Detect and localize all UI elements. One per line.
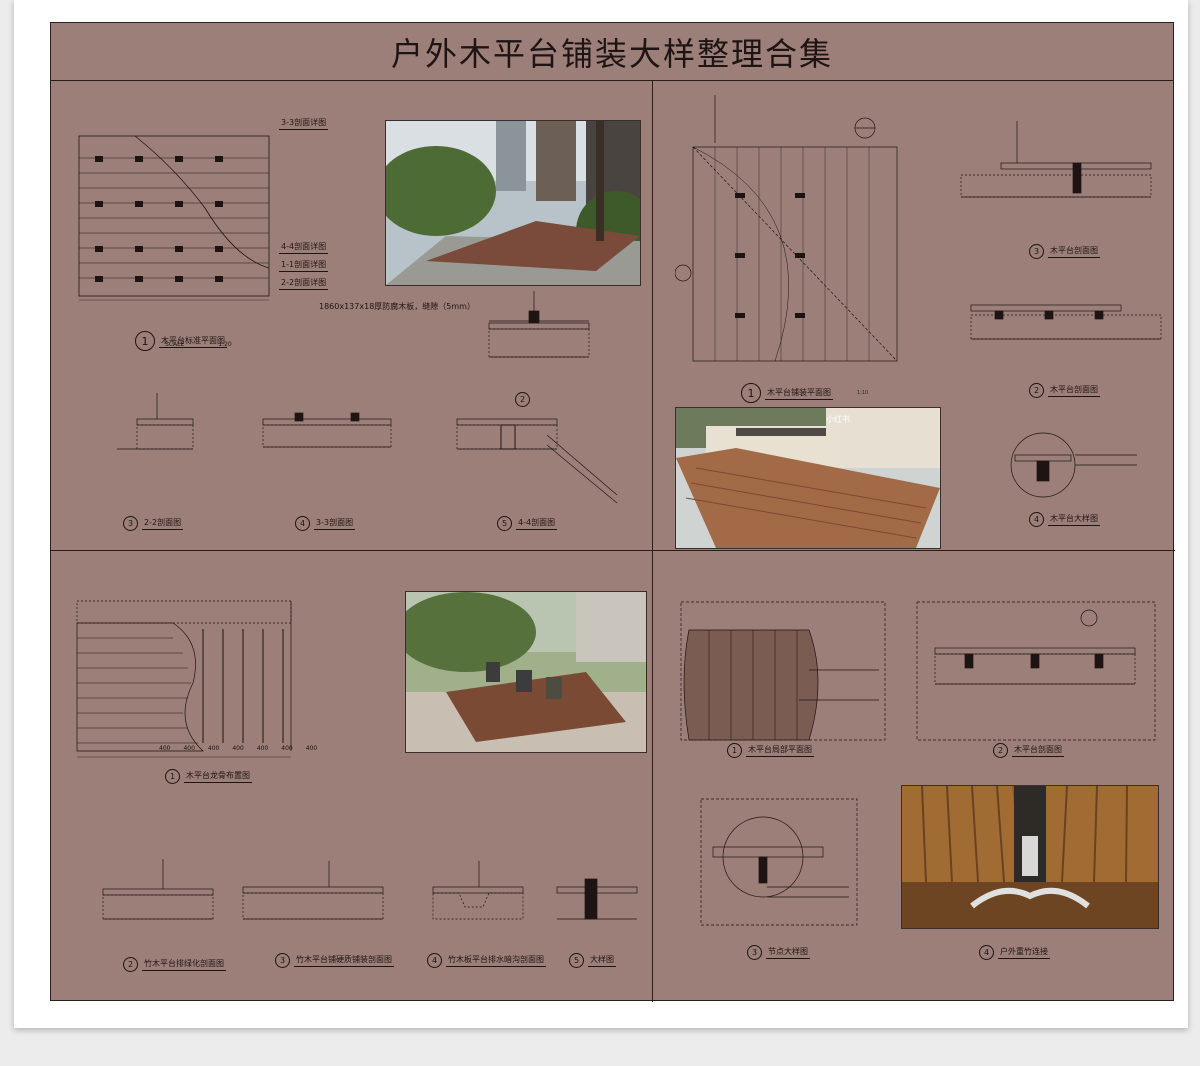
section-drawing-tr-2 xyxy=(965,295,1165,377)
section-drawing-2-2 xyxy=(97,393,201,503)
page-title: 户外木平台铺装大样整理合集 xyxy=(390,34,833,73)
title-bar: 户外木平台铺装大样整理合集 xyxy=(51,23,1173,81)
section-label-tr-4: 4 木平台大样图 xyxy=(1029,512,1100,527)
paving-plan-drawing xyxy=(675,93,905,373)
section-drawing-3-3 xyxy=(255,405,399,505)
note-board-dims: 1860x137x18厚防腐木板，缝隙（5mm） xyxy=(319,302,475,311)
section-drawing-bl-4 xyxy=(419,861,529,941)
section-label-2-2: 3 2-2剖面图 xyxy=(123,516,184,531)
detail-drawing-2 xyxy=(459,291,599,391)
plan-scale-1: SCALE 1:20 xyxy=(165,341,232,348)
panel-divider-vertical xyxy=(652,80,653,1002)
dim-row: 400 400 400 400 400 400 400 xyxy=(159,745,318,752)
callout-4-4: 4-4剖面详图 xyxy=(279,241,329,254)
node-detail-drawing xyxy=(699,797,859,927)
bamboo-connection-photo xyxy=(901,785,1159,929)
detail-drawing-tr-4 xyxy=(991,425,1141,505)
joist-layout-drawing xyxy=(73,583,323,763)
callout-1-1: 1-1剖面详图 xyxy=(279,259,329,272)
callout-3-3: 3-3剖面详图 xyxy=(279,117,329,130)
section-label-4-4: 5 4-4剖面图 xyxy=(497,516,558,531)
section-label-tr-3: 3 木平台剖面图 xyxy=(1029,244,1100,259)
section-label-br-2: 2 木平台剖面图 xyxy=(993,743,1064,758)
section-drawing-bl-3 xyxy=(239,861,387,941)
section-drawing-bl-5 xyxy=(551,873,641,943)
section-drawing-bl-2 xyxy=(83,859,225,939)
section-label-bl-4: 4 竹木板平台排水暗沟剖面图 xyxy=(427,953,546,968)
plan-label-bl-1: 1 木平台龙骨布置图 xyxy=(165,769,252,784)
plan-label-tr-1: 1 木平台铺装平面图 1:10 xyxy=(741,383,868,403)
section-label-br-3: 3 节点大样图 xyxy=(747,945,810,960)
section-label-br-1: 1 木平台局部平面图 xyxy=(727,743,814,758)
panel-divider-right xyxy=(653,550,1175,551)
deck-plan-drawing xyxy=(75,128,275,303)
section-label-br-4: 4 户外重竹连接 xyxy=(979,945,1050,960)
section-drawing-tr-3 xyxy=(957,121,1171,253)
photo-tag: 小红书 xyxy=(826,415,850,424)
section-label-bl-3: 3 竹木平台铺硬质铺装剖面图 xyxy=(275,953,394,968)
deck-photo-3 xyxy=(405,591,647,753)
section-drawing-br-2 xyxy=(915,600,1157,742)
section-label-bl-2: 2 竹木平台排绿化剖面图 xyxy=(123,957,226,972)
page-sheet: 户外木平台铺装大样整理合集 3-3剖面详图 4-4剖面详图 1-1剖面详图 2-… xyxy=(14,0,1188,1028)
callout-2-2: 2-2剖面详图 xyxy=(279,277,329,290)
drawing-board: 户外木平台铺装大样整理合集 3-3剖面详图 4-4剖面详图 1-1剖面详图 2-… xyxy=(50,22,1175,1002)
panel-divider-left xyxy=(51,550,652,551)
section-drawing-4-4 xyxy=(427,405,627,505)
section-label-tr-2: 2 木平台剖面图 xyxy=(1029,383,1100,398)
section-label-bl-5: 5 大样图 xyxy=(569,953,616,968)
local-plan-drawing xyxy=(679,600,887,742)
section-label-3-3: 4 3-3剖面图 xyxy=(295,516,356,531)
deck-photo-2: 小红书 xyxy=(675,407,941,549)
deck-photo-1 xyxy=(385,120,641,286)
